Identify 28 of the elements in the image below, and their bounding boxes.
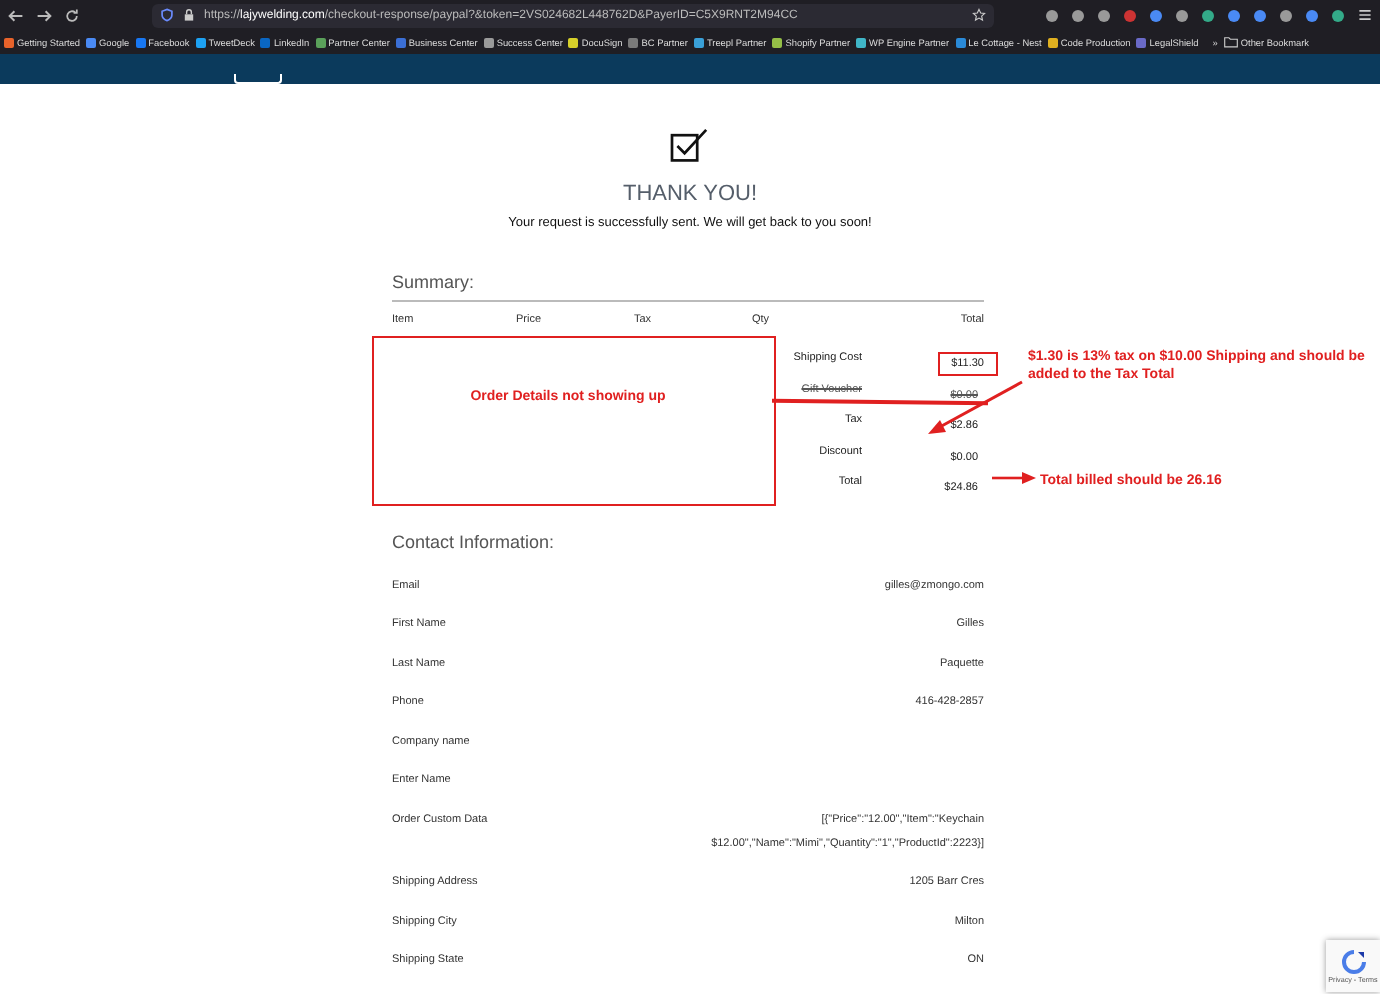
reload-icon[interactable] — [64, 7, 80, 23]
shield-icon — [160, 8, 174, 22]
summary-heading: Summary: — [392, 272, 477, 292]
star-icon[interactable] — [972, 8, 986, 22]
extension-icon[interactable] — [1202, 9, 1214, 21]
extension-icon[interactable] — [1098, 9, 1110, 21]
extension-icon[interactable] — [1150, 9, 1162, 21]
checkbox-check-icon — [670, 128, 710, 164]
extension-icon[interactable] — [1176, 9, 1188, 21]
extension-icon[interactable] — [1228, 9, 1240, 21]
extension-icon[interactable] — [1332, 9, 1344, 21]
extension-icon[interactable] — [1254, 9, 1266, 21]
forward-icon[interactable] — [36, 7, 52, 23]
extension-icon[interactable] — [1306, 9, 1318, 21]
arrow-icon — [992, 472, 1036, 484]
menu-icon[interactable] — [1358, 8, 1372, 22]
header-tab-outline — [234, 74, 282, 84]
arrow-icon — [926, 380, 1026, 436]
lock-icon — [182, 8, 196, 22]
extension-icon[interactable] — [1046, 9, 1058, 21]
extension-icon[interactable] — [1280, 9, 1292, 21]
recaptcha-icon — [1341, 949, 1365, 973]
folder-icon — [1223, 36, 1238, 48]
thank-you-title: THANK YOU! — [622, 182, 758, 206]
extension-icon[interactable] — [1124, 9, 1136, 21]
extension-icon[interactable] — [1072, 9, 1084, 21]
back-icon[interactable] — [8, 7, 24, 23]
contact-heading: Contact Information: — [392, 532, 557, 552]
